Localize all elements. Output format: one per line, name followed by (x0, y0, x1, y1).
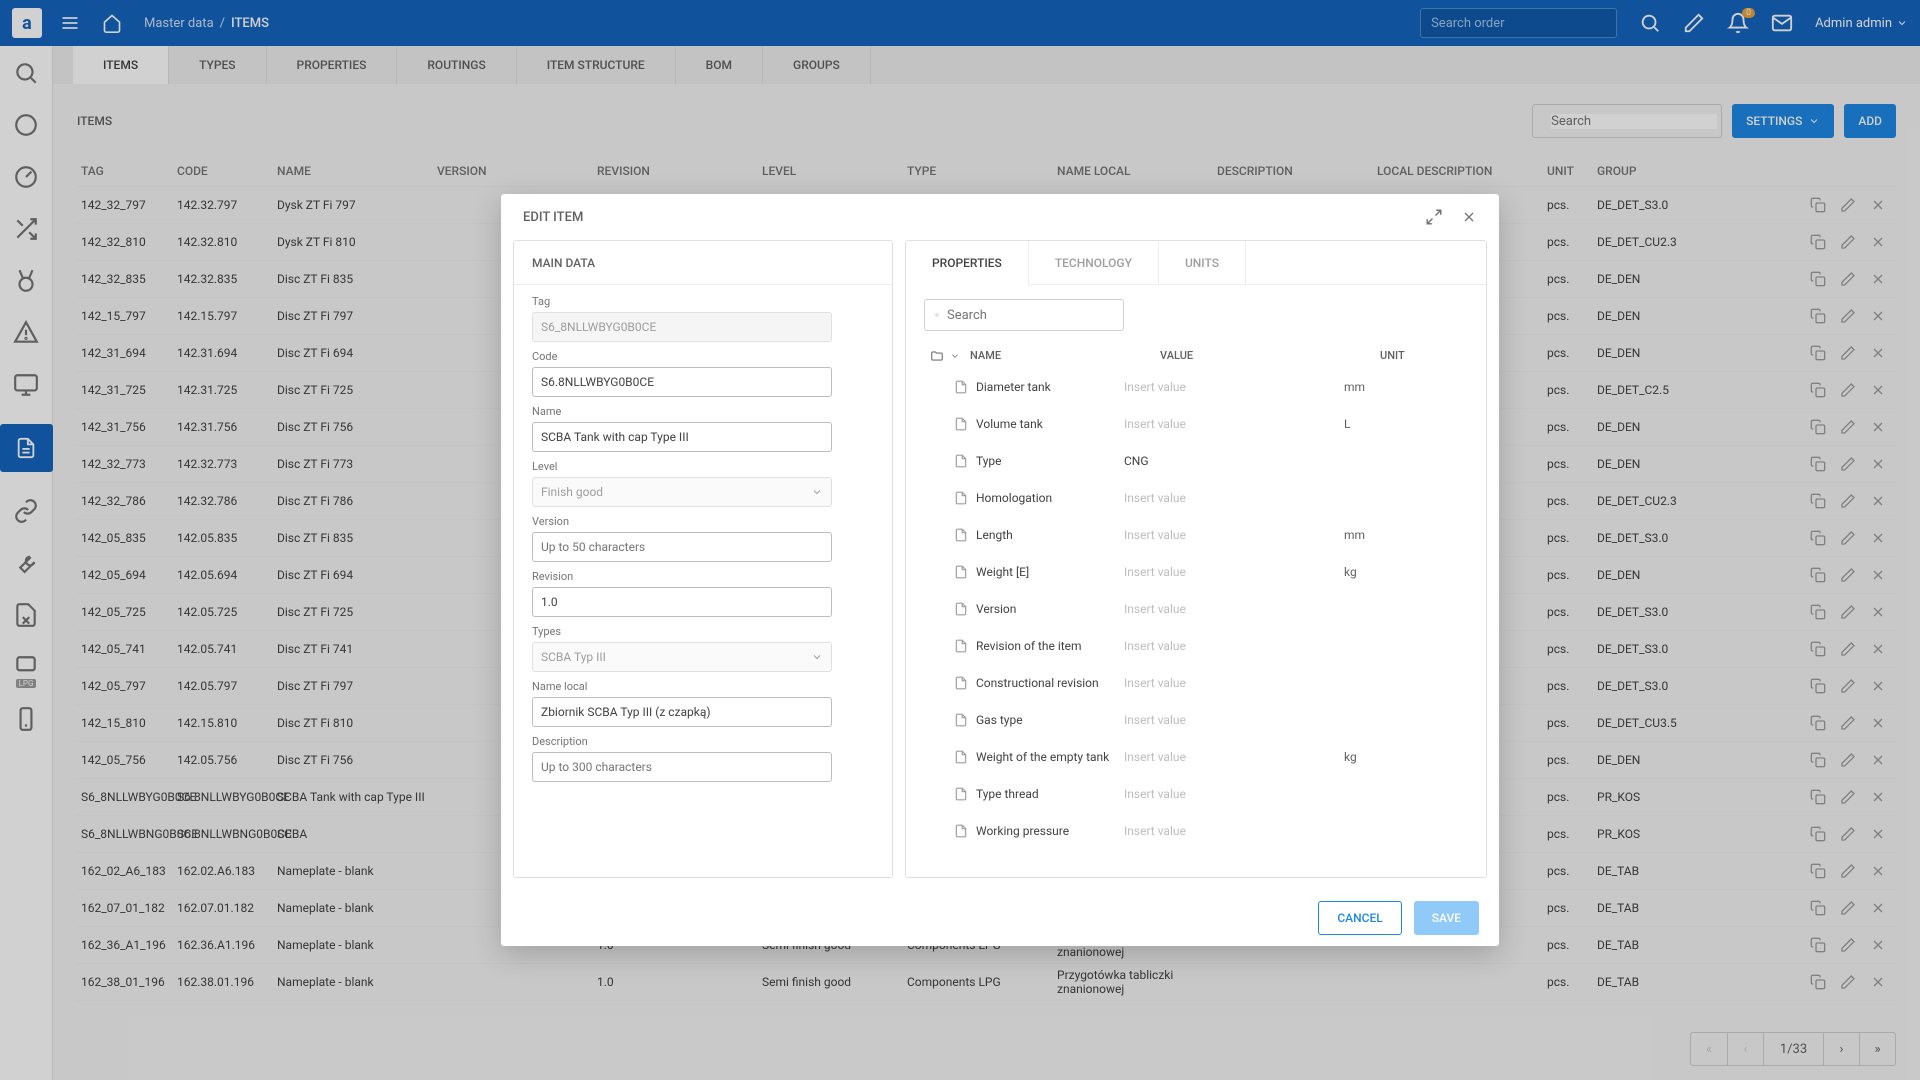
edit-item-modal: EDIT ITEM MAIN DATA Tag Code Name LevelF… (501, 194, 1499, 946)
file-icon (954, 602, 968, 616)
save-button[interactable]: SAVE (1414, 901, 1479, 935)
file-icon (954, 454, 968, 468)
tag-field (532, 312, 832, 342)
file-icon (954, 787, 968, 801)
property-row[interactable]: Revision of the itemInsert value (924, 627, 1478, 664)
level-select[interactable]: Finish good (532, 477, 832, 507)
file-icon (954, 713, 968, 727)
file-icon (954, 528, 968, 542)
property-row[interactable]: Type threadInsert value (924, 775, 1478, 812)
property-row[interactable]: Constructional revisionInsert value (924, 664, 1478, 701)
file-icon (954, 639, 968, 653)
main-data-header: MAIN DATA (514, 241, 892, 285)
revision-field[interactable] (532, 587, 832, 617)
property-row[interactable]: TypeCNG (924, 442, 1478, 479)
property-row[interactable]: Volume tankInsert valueL (924, 405, 1478, 442)
property-row[interactable]: Diameter tankInsert valuemm (924, 368, 1478, 405)
expand-icon[interactable] (1425, 208, 1443, 226)
modal-tab-properties[interactable]: PROPERTIES (906, 241, 1029, 285)
file-icon (954, 676, 968, 690)
code-field[interactable] (532, 367, 832, 397)
version-field[interactable] (532, 532, 832, 562)
file-icon (954, 750, 968, 764)
property-row[interactable]: Working pressureInsert value (924, 812, 1478, 849)
file-icon (954, 380, 968, 394)
property-row[interactable]: LengthInsert valuemm (924, 516, 1478, 553)
name-local-field[interactable] (532, 697, 832, 727)
close-icon[interactable] (1461, 209, 1477, 225)
property-row[interactable]: VersionInsert value (924, 590, 1478, 627)
types-select[interactable]: SCBA Typ III (532, 642, 832, 672)
modal-tab-units[interactable]: UNITS (1159, 241, 1246, 285)
properties-search[interactable] (924, 299, 1124, 331)
cancel-button[interactable]: CANCEL (1318, 901, 1401, 935)
name-field[interactable] (532, 422, 832, 452)
file-icon (954, 491, 968, 505)
file-icon (954, 824, 968, 838)
properties-search-input[interactable] (947, 308, 1113, 323)
property-row[interactable]: Weight [E]Insert valuekg (924, 553, 1478, 590)
folder-toggle[interactable] (924, 345, 960, 367)
file-icon (954, 565, 968, 579)
file-icon (954, 417, 968, 431)
modal-overlay: EDIT ITEM MAIN DATA Tag Code Name LevelF… (0, 0, 1920, 1080)
property-row[interactable]: HomologationInsert value (924, 479, 1478, 516)
modal-title: EDIT ITEM (523, 210, 583, 225)
description-field[interactable] (532, 752, 832, 782)
modal-tab-technology[interactable]: TECHNOLOGY (1029, 241, 1159, 285)
property-row[interactable]: Weight of the empty tankInsert valuekg (924, 738, 1478, 775)
property-row[interactable]: Gas typeInsert value (924, 701, 1478, 738)
